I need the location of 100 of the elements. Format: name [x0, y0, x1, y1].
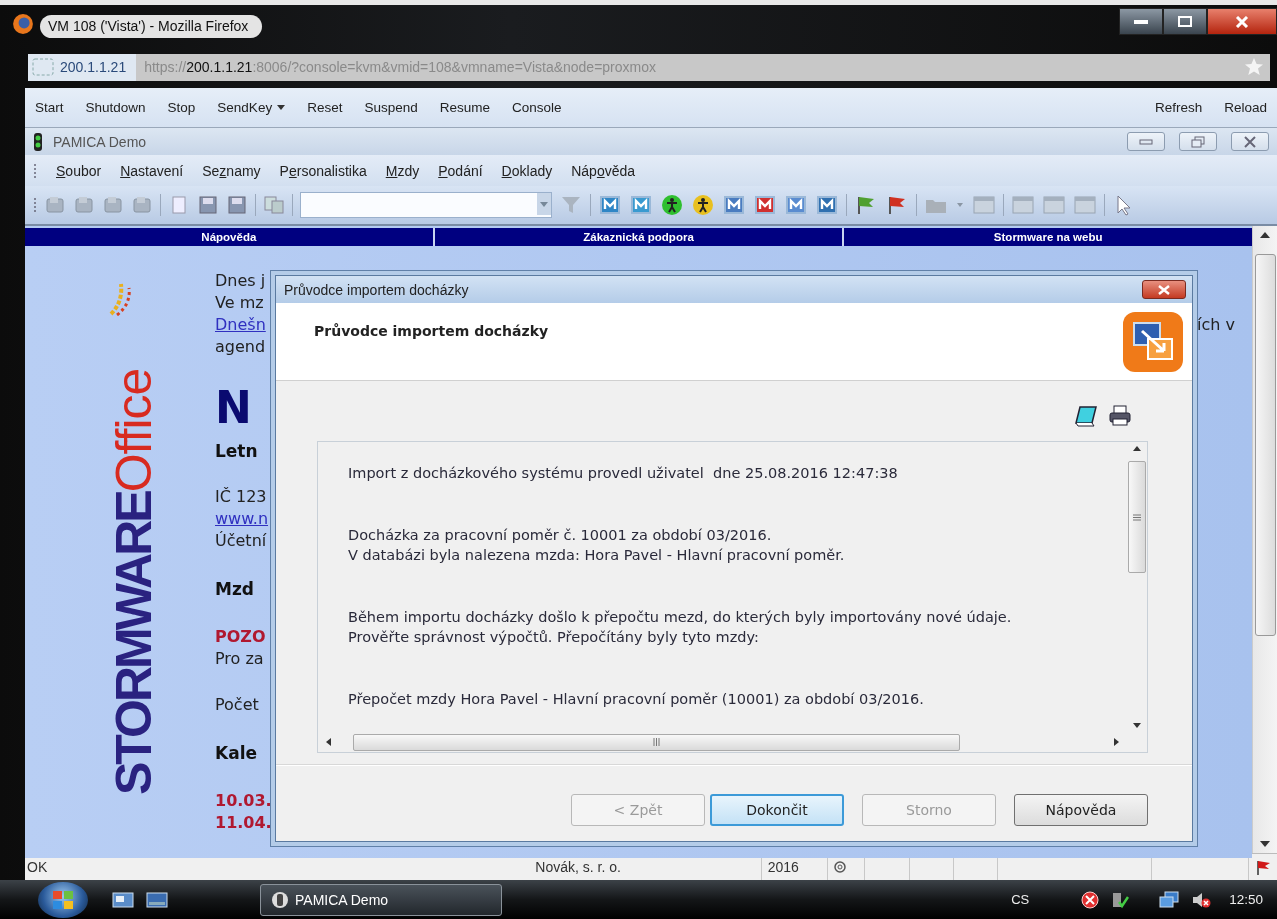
speaker-muted-icon[interactable]	[1191, 890, 1212, 909]
toolbar-button[interactable]: Console	[512, 100, 562, 115]
log-paragraph: Během importu docházky došlo k přepočtu mezd, do kterých byly importovány nové údaje. Prověřte správnost výpočtů. Přepočítány byly tyto mzdy:	[348, 608, 1013, 647]
taskbar-button[interactable]: PAMICA Demo	[260, 883, 502, 916]
close-icon	[1235, 15, 1249, 28]
minimize-icon	[1139, 138, 1153, 145]
text-fragment: Kale	[215, 742, 258, 765]
scrollbar-thumb[interactable]	[353, 733, 960, 751]
tool-icon[interactable]	[73, 195, 95, 215]
toolbar-button[interactable]: Resume	[439, 100, 490, 115]
desktop-icon[interactable]	[112, 890, 134, 909]
check-icon[interactable]	[1111, 890, 1130, 909]
window-icon[interactable]	[1011, 194, 1035, 216]
print-icon[interactable]	[1108, 405, 1132, 427]
maximize-button[interactable]	[1163, 8, 1207, 35]
import-icon	[1122, 311, 1184, 373]
dialog-button[interactable]: Dokončit	[710, 794, 844, 826]
menu-item[interactable]: Doklady	[501, 162, 553, 179]
window-icon[interactable]	[972, 194, 996, 216]
menu-item[interactable]: Mzdy	[385, 162, 420, 179]
toolbar-button[interactable]: Shutdown	[85, 100, 146, 115]
copy-icon[interactable]	[263, 195, 285, 215]
error-icon[interactable]	[1081, 890, 1100, 909]
tool-icon[interactable]	[44, 195, 66, 215]
window-icon[interactable]	[1042, 194, 1066, 216]
close-button[interactable]	[1207, 8, 1277, 35]
start-button[interactable]	[38, 881, 88, 918]
tile-icon[interactable]	[815, 194, 839, 216]
star-icon[interactable]	[1244, 57, 1264, 77]
log-text-area[interactable]	[317, 441, 1148, 753]
network-icon[interactable]	[1159, 890, 1180, 909]
menu-item[interactable]: Podání	[438, 162, 483, 179]
nav-link[interactable]: Nápověda	[25, 228, 433, 246]
menu-item[interactable]: Soubor	[56, 162, 102, 179]
grip-icon[interactable]	[33, 162, 37, 179]
scroll-up-icon	[1260, 232, 1270, 238]
text-fragment: Letn	[215, 440, 259, 462]
notepad-icon[interactable]	[1074, 405, 1098, 427]
dialog-button[interactable]: Nápověda	[1014, 794, 1148, 826]
close-button[interactable]	[1142, 280, 1186, 299]
log-paragraph: Import z docházkového systému provedl uživatel dne 25.08.2016 12:47:38	[348, 464, 899, 483]
person-icon[interactable]	[691, 194, 715, 216]
window-switch-icon[interactable]	[146, 890, 168, 909]
toolbar-button[interactable]: SendKey	[217, 100, 286, 115]
scroll-up-icon	[1133, 446, 1141, 451]
window-icon[interactable]	[1073, 194, 1097, 216]
text-fragment: Mzd	[215, 578, 255, 601]
page-icon	[32, 58, 54, 76]
tool-icon[interactable]	[102, 195, 124, 215]
link[interactable]: www.n	[215, 508, 275, 530]
maximize-icon	[1178, 16, 1192, 27]
browser-logo-icon	[12, 13, 34, 35]
minimize-icon	[1134, 19, 1148, 24]
text-fragment: 10.03.	[215, 790, 273, 812]
scroll-down-icon	[1260, 841, 1270, 847]
minimize-button[interactable]	[1119, 8, 1163, 35]
filter-icon[interactable]	[559, 194, 583, 216]
text-fragment: ích v	[1197, 314, 1236, 336]
close-icon	[1157, 284, 1171, 295]
tile-icon[interactable]	[598, 194, 622, 216]
grip-icon[interactable]	[33, 197, 37, 213]
tile-icon[interactable]	[722, 194, 746, 216]
text-fragment: IČ 123	[215, 486, 268, 508]
scrollbar[interactable]	[1252, 226, 1277, 853]
menu-item[interactable]: Personalistika	[279, 162, 367, 179]
menu-item[interactable]: Nápověda	[571, 162, 636, 179]
clock[interactable]: 12:50	[1229, 892, 1263, 907]
scroll-right-icon	[1114, 738, 1119, 746]
tool-icon[interactable]	[131, 195, 153, 215]
text-fragment: Účetní	[215, 530, 268, 552]
scrollbar-thumb[interactable]	[1254, 254, 1276, 636]
combo-box[interactable]	[300, 192, 552, 218]
menu-item[interactable]: Nastavení	[120, 162, 184, 179]
save-icon[interactable]	[197, 195, 219, 215]
toolbar-button[interactable]: Stop	[167, 100, 196, 115]
tile-icon[interactable]	[784, 194, 808, 216]
text-fragment: Dnes j	[215, 270, 267, 292]
toolbar-button[interactable]: Reload	[1224, 100, 1267, 115]
grip-icon	[1133, 513, 1141, 521]
scrollbar-thumb[interactable]	[1128, 461, 1146, 573]
person-icon[interactable]	[660, 194, 684, 216]
text-fragment: Počet	[215, 694, 260, 716]
toolbar-button[interactable]: Suspend	[364, 100, 418, 115]
language-indicator[interactable]: CS	[1011, 892, 1030, 907]
url-field[interactable]: https://200.1.1.21:8006/?console=kvm&vmid=108&vmname=Vista&node=proxmox	[136, 53, 1270, 81]
toolbar-button[interactable]: Refresh	[1154, 100, 1203, 115]
restore-button[interactable]	[1179, 132, 1217, 151]
log-paragraph: Docházka za pracovní poměr č. 10001 za období 03/2016. V databázi byla nalezena mzda: Hora Pavel - Hlavní pracovní poměr.	[348, 526, 846, 565]
tile-icon[interactable]	[753, 194, 777, 216]
restore-icon	[1191, 135, 1205, 148]
scroll-down-icon	[1133, 723, 1141, 728]
save-icon[interactable]	[226, 195, 248, 215]
tile-icon[interactable]	[629, 194, 653, 216]
toolbar-button[interactable]: Start	[35, 100, 64, 115]
toolbar-button[interactable]: Reset	[307, 100, 343, 115]
site-identity-button[interactable]: 200.1.1.21	[28, 53, 137, 81]
status-message: OK	[26, 858, 49, 877]
app-title: PAMICA Demo	[53, 133, 147, 150]
link[interactable]: Dnešn	[215, 314, 275, 336]
menu-item[interactable]: Seznamy	[202, 162, 261, 179]
